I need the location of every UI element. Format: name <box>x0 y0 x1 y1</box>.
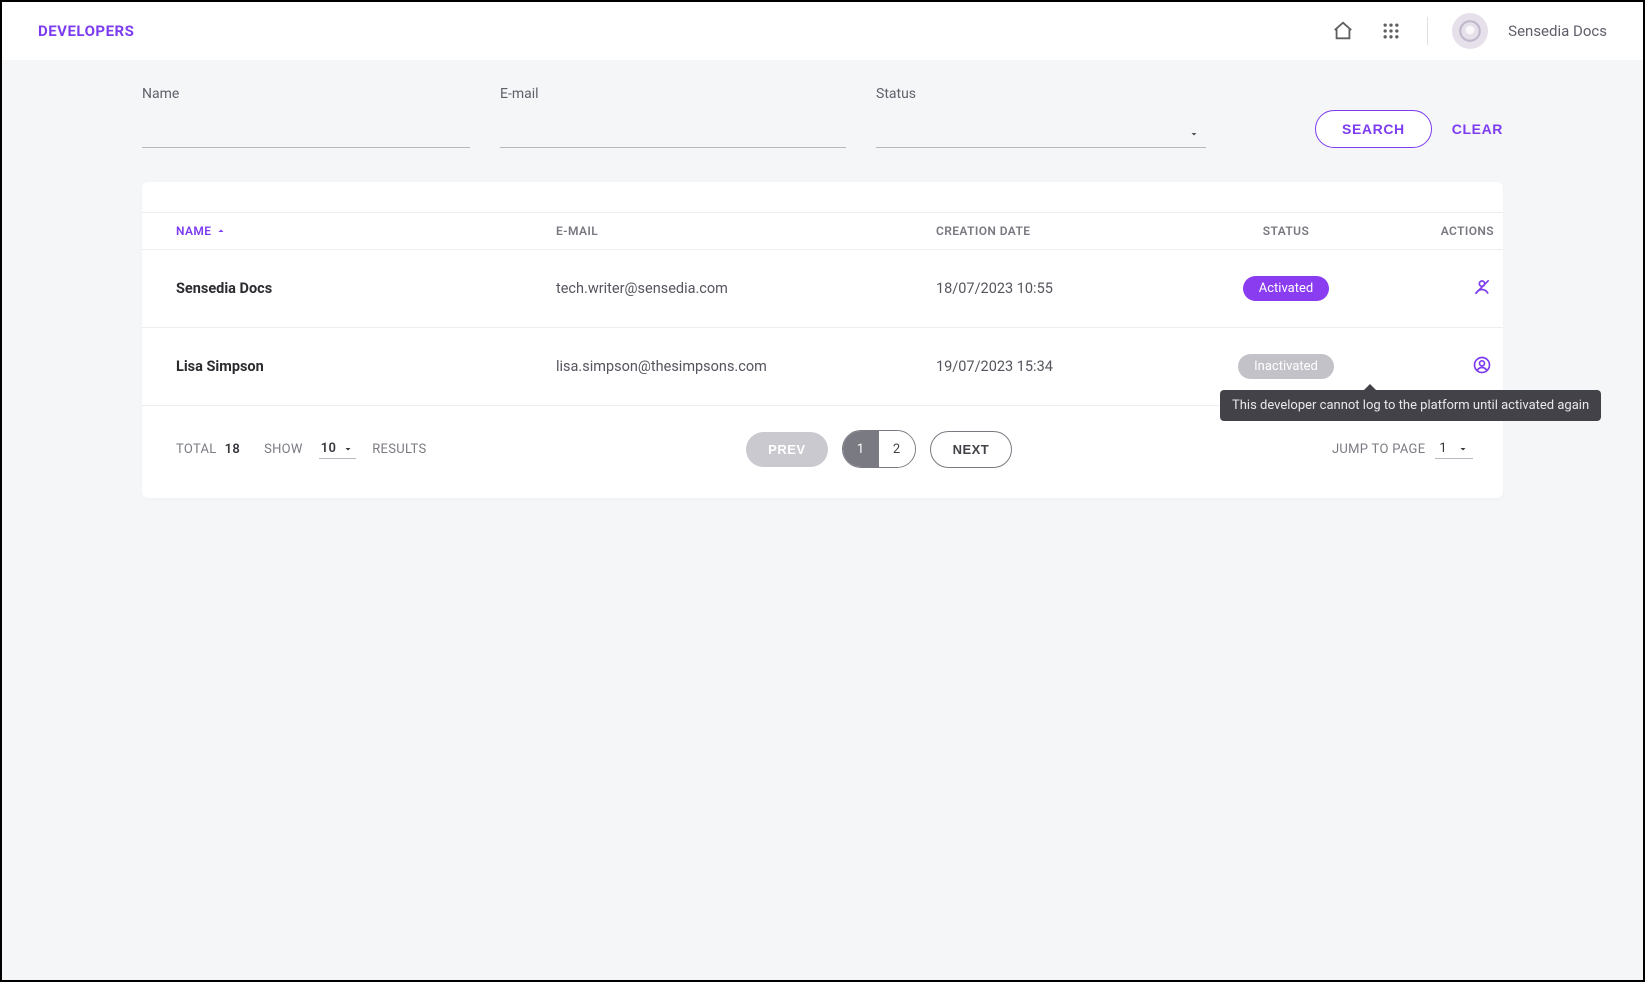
row-name: Lisa Simpson <box>176 358 556 375</box>
page-size-select[interactable]: 10 <box>319 439 356 459</box>
page-size-value: 10 <box>321 441 336 456</box>
col-actions: ACTIONS <box>1376 224 1506 238</box>
filter-bar: Name E-mail Status SEARCH CLEAR <box>2 60 1643 148</box>
row-status: Activated <box>1196 276 1376 301</box>
username: Sensedia Docs <box>1508 22 1607 40</box>
filter-email: E-mail <box>500 86 846 148</box>
filter-status: Status <box>876 86 1206 148</box>
table-row: Sensedia Docs tech.writer@sensedia.com 1… <box>142 250 1503 328</box>
col-status[interactable]: STATUS <box>1196 224 1376 238</box>
top-bar: DEVELOPERS Sensedia Docs <box>2 2 1643 60</box>
jump-select[interactable]: 1 <box>1435 439 1473 459</box>
filter-actions: SEARCH CLEAR <box>1315 110 1503 148</box>
user-circle-icon[interactable] <box>1472 355 1492 379</box>
col-creation-date[interactable]: CREATION DATE <box>936 224 1196 238</box>
jump-value: 1 <box>1439 441 1447 456</box>
results-card: NAME E-MAIL CREATION DATE STATUS ACTIONS… <box>142 182 1503 498</box>
apps-grid-icon[interactable] <box>1379 19 1403 43</box>
pagination-info: TOTAL 18 SHOW 10 RESULTS <box>176 439 426 459</box>
show-label: SHOW <box>264 442 303 457</box>
row-email: lisa.simpson@thesimpsons.com <box>556 358 936 375</box>
status-badge: Activated <box>1243 276 1329 301</box>
row-actions <box>1376 277 1506 301</box>
row-name: Sensedia Docs <box>176 280 556 297</box>
page-pill: 1 2 <box>842 430 916 468</box>
col-email[interactable]: E-MAIL <box>556 224 936 238</box>
results-label: RESULTS <box>372 442 426 457</box>
filter-email-label: E-mail <box>500 86 846 102</box>
status-select[interactable] <box>876 120 1206 148</box>
chevron-down-icon <box>1457 443 1469 455</box>
status-badge: Inactivated <box>1238 354 1334 379</box>
header-right: Sensedia Docs <box>1331 13 1607 49</box>
status-tooltip: This developer cannot log to the platfor… <box>1220 390 1601 421</box>
page-1[interactable]: 1 <box>843 431 879 467</box>
col-name-label: NAME <box>176 224 211 238</box>
chevron-down-icon <box>342 443 354 455</box>
row-email: tech.writer@sensedia.com <box>556 280 936 297</box>
total-value: 18 <box>225 442 240 457</box>
next-button[interactable]: NEXT <box>930 431 1013 468</box>
dropdown-icon <box>1188 128 1200 140</box>
total-label: TOTAL <box>176 442 217 457</box>
row-actions <box>1376 355 1506 379</box>
sort-asc-icon <box>215 225 227 237</box>
filter-name: Name <box>142 86 470 148</box>
table-row: Lisa Simpson lisa.simpson@thesimpsons.co… <box>142 328 1503 406</box>
name-input[interactable] <box>142 120 470 148</box>
row-status: Inactivated <box>1196 354 1376 379</box>
pagination-controls: PREV 1 2 NEXT <box>746 430 1012 468</box>
filter-name-label: Name <box>142 86 470 102</box>
avatar <box>1452 13 1488 49</box>
email-input[interactable] <box>500 120 846 148</box>
row-creation-date: 19/07/2023 15:34 <box>936 358 1196 375</box>
prev-button: PREV <box>746 432 827 467</box>
jump-label: JUMP TO PAGE <box>1332 442 1425 457</box>
filter-status-label: Status <box>876 86 1206 102</box>
page-2[interactable]: 2 <box>879 431 915 467</box>
user-area[interactable]: Sensedia Docs <box>1452 13 1607 49</box>
clear-button[interactable]: CLEAR <box>1452 121 1503 137</box>
page-title: DEVELOPERS <box>38 22 134 40</box>
user-remove-icon[interactable] <box>1472 277 1492 301</box>
col-name[interactable]: NAME <box>176 224 556 238</box>
table-header: NAME E-MAIL CREATION DATE STATUS ACTIONS <box>142 212 1503 250</box>
jump-to-page: JUMP TO PAGE 1 <box>1332 439 1473 459</box>
home-icon[interactable] <box>1331 19 1355 43</box>
divider <box>1427 17 1428 45</box>
search-button[interactable]: SEARCH <box>1315 110 1432 148</box>
row-creation-date: 18/07/2023 10:55 <box>936 280 1196 297</box>
